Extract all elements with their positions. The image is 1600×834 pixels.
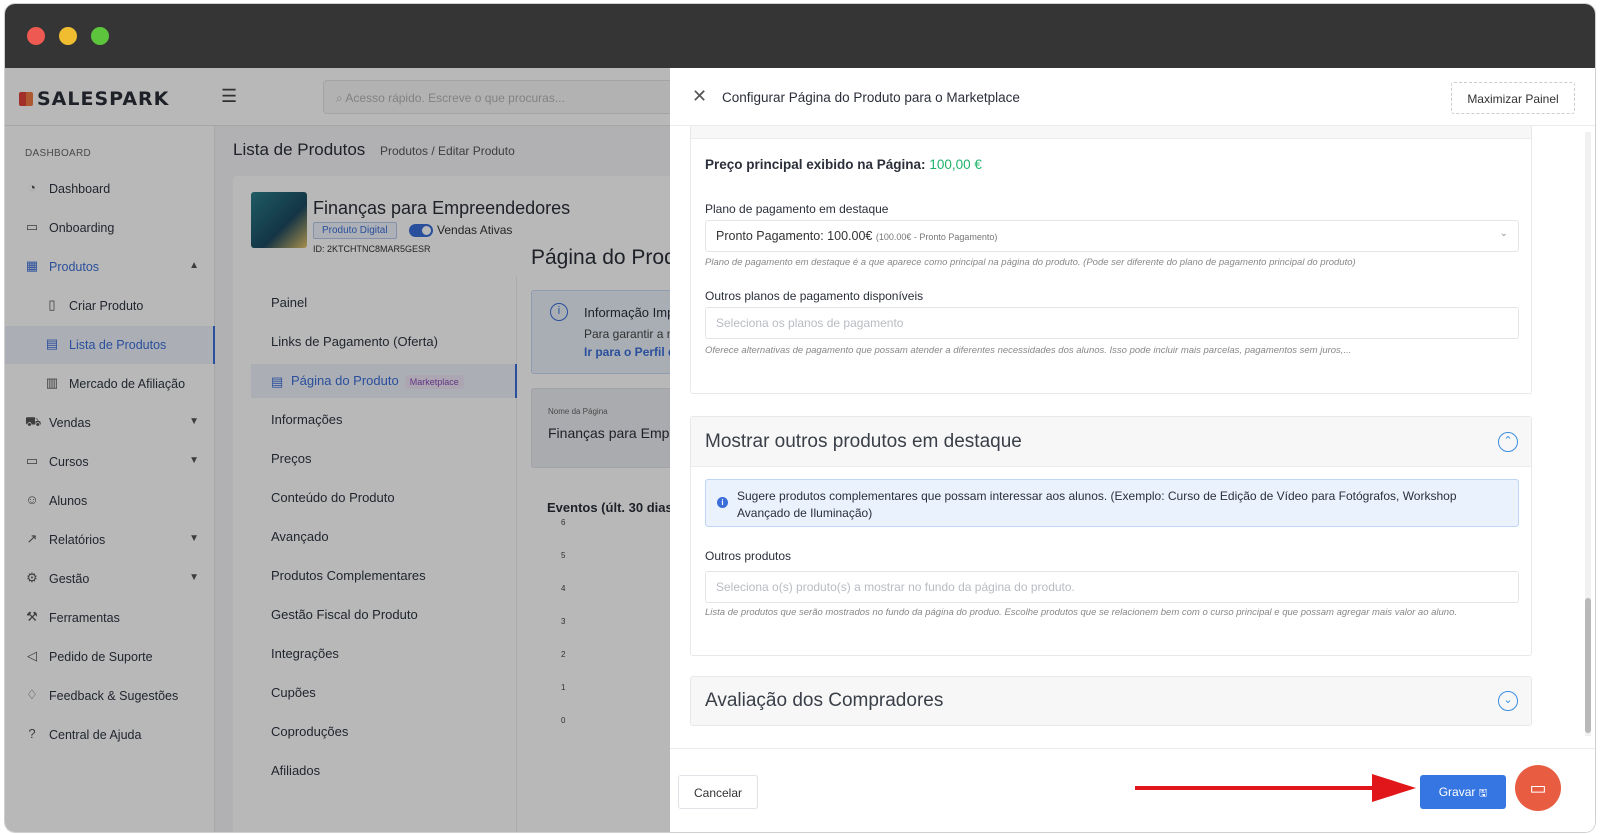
other-products-label: Outros produtos xyxy=(705,549,792,563)
close-window-button[interactable] xyxy=(27,27,45,45)
save-button-label: Gravar xyxy=(1438,785,1476,799)
card-header-strip xyxy=(691,126,1531,139)
save-button[interactable]: Gravar 🖫 xyxy=(1420,775,1506,809)
cancel-button[interactable]: Cancelar xyxy=(678,775,758,809)
featured-plan-label: Plano de pagamento em destaque xyxy=(705,202,889,216)
app-root: SALESPARK ☰ ⌕ Acesso rápido. Escreve o q… xyxy=(5,68,1595,832)
annotation-arrow-shaft xyxy=(1135,786,1380,790)
buyer-reviews-title: Avaliação dos Compradores xyxy=(705,690,944,711)
close-icon[interactable]: ✕ xyxy=(692,86,707,107)
minimize-window-button[interactable] xyxy=(59,27,77,45)
panel-header: ✕ Configurar Página do Produto para o Ma… xyxy=(670,68,1595,126)
panel-footer: Cancelar Gravar 🖫 ▭ xyxy=(670,748,1595,832)
payment-card: Preço principal exibido na Página: 100,0… xyxy=(690,126,1532,394)
panel-title: Configurar Página do Produto para o Mark… xyxy=(722,90,1020,105)
chat-icon[interactable]: ▭ xyxy=(1515,765,1561,811)
featured-plan-value: Pronto Pagamento: 100.00€ xyxy=(716,229,873,243)
browser-window: SALESPARK ☰ ⌕ Acesso rápido. Escreve o q… xyxy=(5,4,1595,832)
chevron-up-icon[interactable]: ⌃ xyxy=(1498,432,1518,452)
save-icon: 🖫 xyxy=(1478,788,1488,799)
other-plans-select[interactable]: Seleciona os planos de pagamento xyxy=(705,307,1519,339)
price-value: 100,00 € xyxy=(929,157,982,172)
window-titlebar xyxy=(5,4,1595,68)
price-label-text: Preço principal exibido na Página: xyxy=(705,157,926,172)
featured-alert-text: Sugere produtos complementares que possa… xyxy=(737,489,1457,520)
featured-products-card: Mostrar outros produtos em destaque ⌃ iS… xyxy=(690,416,1532,656)
chevron-down-icon[interactable]: ⌄ xyxy=(1498,691,1518,711)
info-icon: i xyxy=(717,497,728,508)
configure-page-panel: ✕ Configurar Página do Produto para o Ma… xyxy=(670,68,1595,832)
other-products-select[interactable]: Seleciona o(s) produto(s) a mostrar no f… xyxy=(705,571,1519,603)
featured-products-title: Mostrar outros produtos em destaque xyxy=(705,431,1022,452)
other-plans-hint: Oferece alternativas de pagamento que po… xyxy=(705,345,1352,356)
maximize-panel-button[interactable]: Maximizar Painel xyxy=(1451,82,1575,114)
maximize-window-button[interactable] xyxy=(91,27,109,45)
main-price-label: Preço principal exibido na Página: 100,0… xyxy=(705,157,982,172)
annotation-arrow-head xyxy=(1372,774,1416,802)
other-products-hint: Lista de produtos que serão mostrados no… xyxy=(705,607,1458,618)
panel-body: Preço principal exibido na Página: 100,0… xyxy=(670,126,1595,748)
featured-plan-hint: Plano de pagamento em destaque é a que a… xyxy=(705,257,1356,268)
featured-plan-subvalue: (100.00€ - Pronto Pagamento) xyxy=(875,232,998,242)
panel-scroll-thumb[interactable] xyxy=(1585,598,1591,733)
buyer-reviews-card[interactable]: Avaliação dos Compradores ⌄ xyxy=(690,676,1532,726)
featured-plan-select[interactable]: Pronto Pagamento: 100.00€ (100.00€ - Pro… xyxy=(705,220,1519,252)
modal-backdrop[interactable] xyxy=(5,68,670,832)
chevron-down-icon: ⌄ xyxy=(1499,228,1508,239)
featured-info-alert: i Sugere produtos complementares que poss… xyxy=(705,479,1519,527)
other-plans-label: Outros planos de pagamento disponíveis xyxy=(705,289,924,303)
